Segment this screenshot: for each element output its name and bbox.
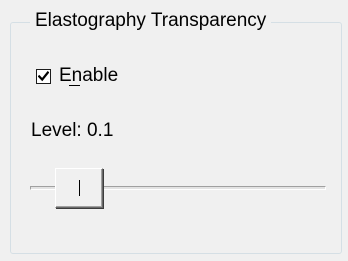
slider-thumb[interactable] [55,168,103,208]
level-slider[interactable] [30,168,326,210]
group-title: Elastography Transparency [30,9,272,33]
thumb-grip [79,180,80,196]
enable-label[interactable]: Enable [59,65,118,87]
checkmark-icon [38,70,49,81]
level-label: Level: 0.1 [31,120,114,141]
mnemonic-underline [69,85,80,86]
elastography-transparency-panel: Elastography Transparency Enable Level: … [0,0,348,261]
enable-checkbox[interactable]: Enable [36,65,118,87]
checkbox-box[interactable] [36,68,51,84]
